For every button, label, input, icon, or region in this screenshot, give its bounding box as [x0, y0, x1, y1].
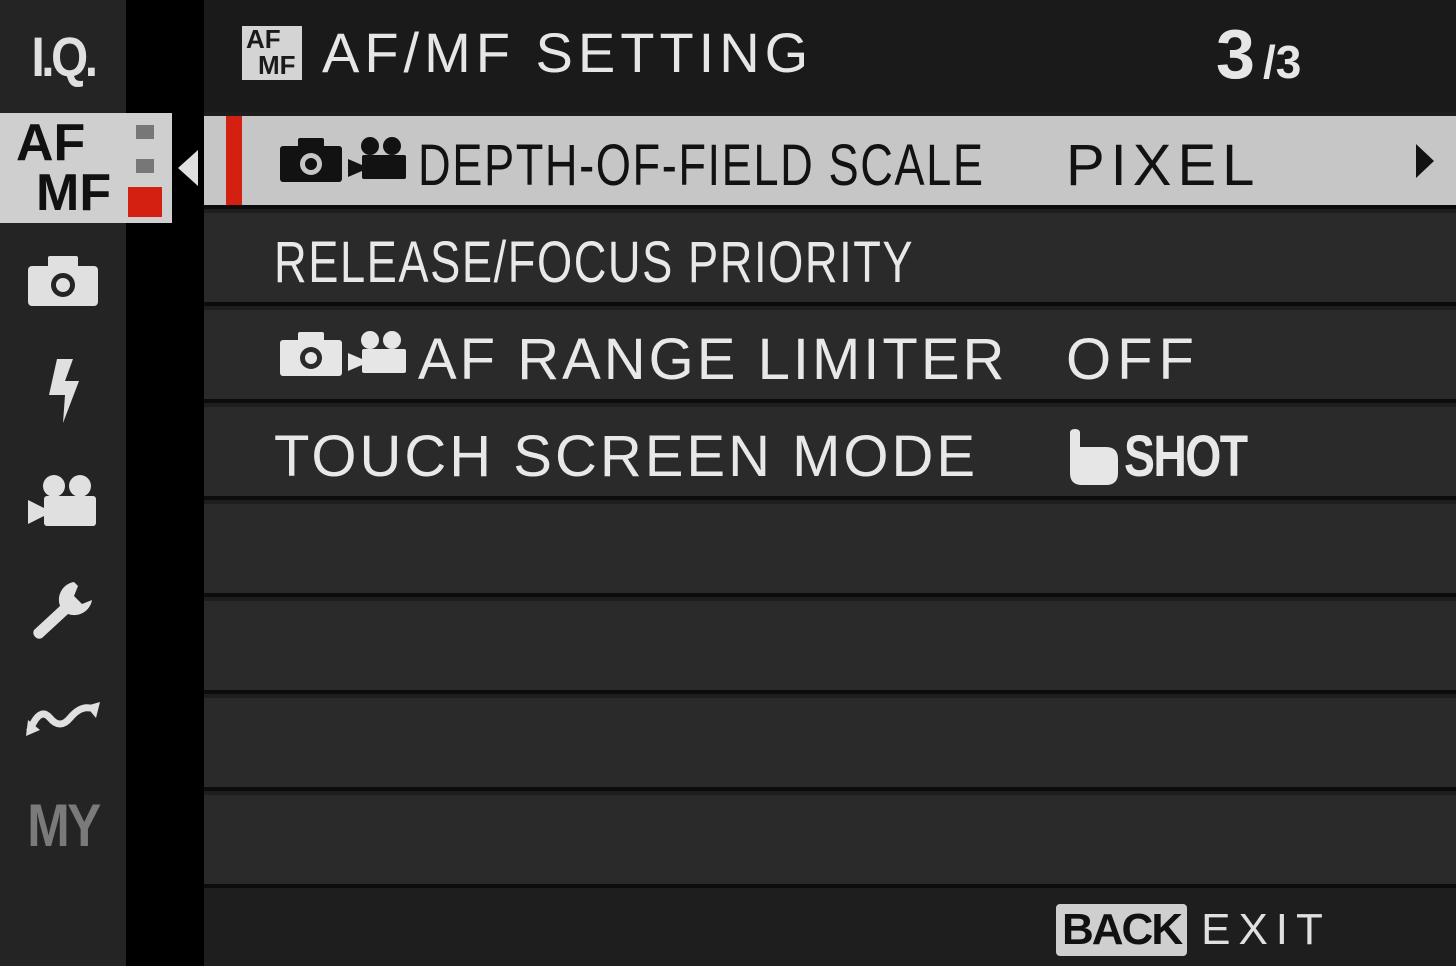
row-mode-icons — [280, 330, 406, 376]
menu-item-label: DEPTH-OF-FIELD SCALE — [418, 133, 985, 198]
sidebar-tab-flash[interactable] — [0, 336, 126, 446]
submenu-arrow-icon — [1416, 144, 1434, 178]
af-mf-setting-icon: AF MF — [242, 26, 302, 80]
touch-hand-icon — [1070, 428, 1118, 485]
sidebar-tab-my-label: MY — [27, 791, 101, 859]
menu-item-label: RELEASE/FOCUS PRIORITY — [274, 230, 915, 295]
exit-label: EXIT — [1201, 905, 1331, 954]
camera-icon — [280, 138, 342, 182]
wrench-icon — [33, 582, 92, 639]
row-mode-icons — [280, 136, 406, 182]
sidebar-tab-setup[interactable] — [0, 556, 126, 666]
page-indicator-3-active — [128, 187, 162, 217]
page-counter: 3/3 — [1216, 14, 1301, 94]
sidebar-tab-iq[interactable]: I.Q. — [9, 0, 116, 112]
menu-item-empty — [204, 795, 1456, 888]
af-mf-icon-af: AF — [246, 24, 281, 54]
menu-item-value-text: SHOT — [1124, 424, 1248, 489]
menu-item-label: AF RANGE LIMITER — [418, 327, 1008, 392]
menu-item-empty — [204, 504, 1456, 597]
menu-item-value: SHOT — [1066, 423, 1277, 490]
sidebar-tab-mf-label: MF — [36, 164, 112, 222]
camera-icon — [280, 332, 342, 376]
menu-header: AF MF AF/MF SETTING 3/3 — [204, 0, 1456, 112]
page-indicator-2 — [136, 159, 154, 173]
page-total: /3 — [1262, 36, 1302, 88]
af-mf-icon-mf: MF — [258, 50, 296, 80]
menu-item-af-range-limiter[interactable]: AF RANGE LIMITER OFF — [204, 310, 1456, 403]
footer-hint: BACK EXIT — [1056, 904, 1331, 956]
page-current: 3 — [1216, 15, 1255, 93]
flash-icon — [49, 359, 79, 423]
movie-camera-icon — [348, 137, 406, 179]
sidebar-tab-af-label: AF — [16, 114, 86, 172]
sidebar-tab-my-menu[interactable]: MY — [0, 770, 126, 880]
back-button[interactable]: BACK — [1056, 904, 1188, 956]
selection-marker — [226, 116, 242, 205]
menu-item-release-focus-priority[interactable]: RELEASE/FOCUS PRIORITY — [204, 213, 1456, 306]
connection-wave-icon — [26, 702, 100, 736]
sidebar-tab-iq-label: I.Q. — [31, 24, 98, 88]
menu-item-empty — [204, 698, 1456, 791]
sidebar-tab-shooting[interactable] — [0, 224, 126, 336]
page-indicator-1 — [136, 125, 154, 139]
menu-panel: AF MF AF/MF SETTING 3/3 DEPTH-OF-FIELD S — [204, 0, 1456, 966]
menu-item-value: PIXEL — [1066, 133, 1261, 198]
sidebar-tab-movie[interactable] — [0, 446, 126, 556]
menu-item-touch-screen-mode[interactable]: TOUCH SCREEN MODE SHOT — [204, 407, 1456, 500]
menu-item-empty — [204, 601, 1456, 694]
movie-camera-icon — [28, 475, 96, 526]
menu-item-value: OFF — [1066, 327, 1200, 392]
sidebar-tab-af-mf[interactable]: AF MF — [0, 113, 172, 223]
movie-camera-icon — [348, 331, 406, 373]
active-tab-pointer-icon — [178, 150, 198, 186]
page-title: AF/MF SETTING — [322, 21, 814, 84]
camera-icon — [28, 256, 98, 306]
menu-item-label: TOUCH SCREEN MODE — [274, 424, 979, 489]
menu-item-depth-of-field-scale[interactable]: DEPTH-OF-FIELD SCALE PIXEL — [204, 116, 1456, 209]
sidebar-tab-connection[interactable] — [0, 666, 126, 770]
